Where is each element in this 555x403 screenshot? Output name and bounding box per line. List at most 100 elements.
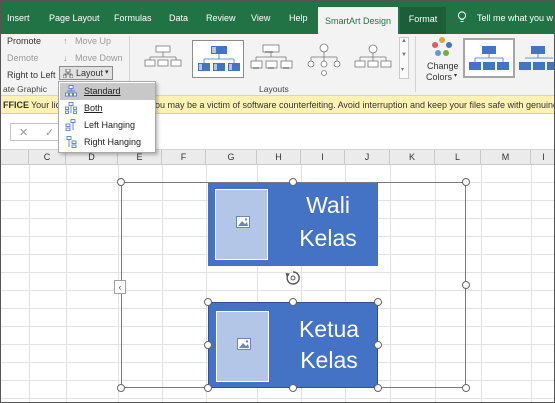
menu-item-label: Left Hanging — [84, 120, 136, 130]
warning-text: ou may be a victim of software counterfe… — [155, 100, 555, 110]
layout-button-label: Layout — [76, 68, 104, 78]
tab-format[interactable]: Format — [400, 7, 446, 34]
column-header[interactable]: I — [531, 150, 554, 165]
layouts-group-label: Layouts — [259, 84, 289, 94]
layout-thumb-picture-org-chart[interactable] — [192, 40, 244, 78]
insert-picture-icon — [236, 216, 250, 228]
shape-text-line1[interactable]: Wali — [283, 191, 373, 220]
menu-item-label: Standard — [84, 86, 121, 96]
change-colors-line2: Colors — [426, 72, 453, 82]
change-colors-line1: Change — [427, 61, 459, 71]
shape-handle[interactable] — [204, 341, 212, 349]
move-down-button[interactable]: Move Down — [75, 53, 123, 63]
warning-text-start: Your lic — [31, 100, 61, 110]
shape-text-line2[interactable]: Kelas — [279, 346, 379, 375]
menu-item-both[interactable]: Both — [60, 100, 155, 117]
gallery-more-icon: ▾ — [401, 67, 405, 73]
lightbulb-icon — [457, 11, 467, 22]
column-header[interactable]: J — [345, 150, 390, 165]
shape-handle[interactable] — [374, 384, 382, 392]
resize-handle[interactable] — [462, 178, 470, 186]
menu-item-label: Right Hanging — [84, 137, 142, 147]
smartart-shape-ketua-kelas[interactable]: Ketua Kelas — [208, 302, 378, 388]
menu-item-right-hanging[interactable]: Right Hanging — [60, 134, 155, 151]
right-hanging-layout-icon — [66, 136, 77, 148]
menu-item-label: Both — [84, 103, 103, 113]
tab-formulas[interactable]: Formulas — [114, 13, 152, 23]
confirm-icon[interactable]: ✓ — [45, 126, 54, 139]
tab-review[interactable]: Review — [206, 13, 236, 23]
shape-handle[interactable] — [204, 298, 212, 306]
rotate-handle-icon[interactable] — [285, 270, 301, 286]
excel-window: Insert Page Layout Formulas Data Review … — [0, 0, 555, 403]
column-header[interactable]: H — [257, 150, 301, 165]
layout-thumb-name-title-org-chart[interactable] — [245, 40, 297, 78]
resize-handle[interactable] — [117, 178, 125, 186]
tab-view[interactable]: View — [251, 13, 270, 23]
layout-thumb-hierarchy[interactable] — [347, 40, 399, 78]
standard-layout-icon — [65, 85, 77, 97]
tab-data[interactable]: Data — [169, 13, 188, 23]
layout-thumb-org-chart[interactable] — [137, 40, 189, 78]
change-colors-button[interactable]: Change Colors ▾ — [422, 35, 462, 85]
smartart-shape-wali-kelas[interactable]: Wali Kelas — [208, 183, 378, 266]
demote-button[interactable]: Demote — [7, 53, 39, 63]
tab-page-layout[interactable]: Page Layout — [49, 13, 100, 23]
chevron-down-icon: ▾ — [105, 69, 109, 76]
column-header[interactable]: I — [301, 150, 345, 165]
palette-icon — [432, 37, 452, 56]
shape-text-line2[interactable]: Kelas — [283, 224, 373, 253]
style-thumb-white-outline[interactable] — [517, 40, 554, 78]
chevron-left-icon: ‹ — [118, 282, 122, 292]
tab-smartart-design[interactable]: SmartArt Design — [318, 7, 398, 34]
layout-dropdown-button[interactable]: Layout ▾ — [59, 66, 113, 80]
shape-handle[interactable] — [204, 384, 212, 392]
cancel-icon[interactable]: ✕ — [19, 126, 28, 139]
right-to-left-button[interactable]: Right to Left — [7, 70, 56, 80]
move-up-button[interactable]: Move Up — [75, 36, 111, 46]
column-header[interactable]: M — [481, 150, 531, 165]
formula-area: ✕ ✓ — [10, 123, 62, 141]
shape-handle[interactable] — [289, 298, 297, 306]
style-thumb-simple[interactable] — [463, 38, 515, 78]
promote-button[interactable]: Promote — [7, 36, 41, 46]
gallery-scrollbar[interactable]: ▲ ▼ ▾ — [399, 37, 409, 79]
text-pane-toggle[interactable]: ‹ — [114, 280, 126, 294]
gallery-down-icon: ▼ — [401, 52, 407, 58]
column-header-corner — [1, 150, 29, 165]
tab-help[interactable]: Help — [289, 13, 308, 23]
layout-dropdown-menu: Standard Both Left Hanging Right Hanging — [58, 81, 156, 153]
column-header[interactable]: L — [435, 150, 481, 165]
resize-handle[interactable] — [462, 281, 470, 289]
picture-placeholder[interactable] — [216, 311, 269, 382]
shape-text-line1[interactable]: Ketua — [279, 315, 379, 344]
both-layout-icon — [65, 102, 77, 114]
column-header[interactable]: K — [390, 150, 435, 165]
insert-picture-icon — [237, 338, 251, 350]
arrow-up-icon: ↑ — [63, 36, 68, 46]
layouts-gallery — [135, 38, 397, 80]
layout-thumb-circle-hierarchy[interactable] — [298, 40, 350, 78]
ribbon-tab-bar: Insert Page Layout Formulas Data Review … — [1, 1, 554, 34]
shape-handle[interactable] — [374, 341, 382, 349]
resize-handle[interactable] — [289, 178, 297, 186]
column-header[interactable]: G — [206, 150, 257, 165]
tell-me-search[interactable]: Tell me what you w — [477, 13, 553, 23]
menu-item-standard[interactable]: Standard — [60, 83, 155, 100]
tab-insert[interactable]: Insert — [7, 13, 30, 23]
gallery-up-icon: ▲ — [401, 38, 407, 44]
arrow-down-icon: ↓ — [63, 53, 68, 63]
shape-handle[interactable] — [374, 298, 382, 306]
chevron-down-icon: ▾ — [454, 73, 458, 79]
resize-handle[interactable] — [117, 384, 125, 392]
warning-prefix: FFICE — [3, 100, 29, 110]
resize-handle[interactable] — [462, 384, 470, 392]
create-graphic-group-label: ate Graphic — [3, 84, 47, 94]
left-hanging-layout-icon — [65, 119, 76, 131]
picture-placeholder[interactable] — [215, 189, 268, 260]
menu-item-left-hanging[interactable]: Left Hanging — [60, 117, 155, 134]
column-header[interactable]: F — [162, 150, 206, 165]
group-divider — [415, 36, 416, 92]
org-chart-icon — [63, 69, 73, 78]
resize-handle[interactable] — [289, 384, 297, 392]
